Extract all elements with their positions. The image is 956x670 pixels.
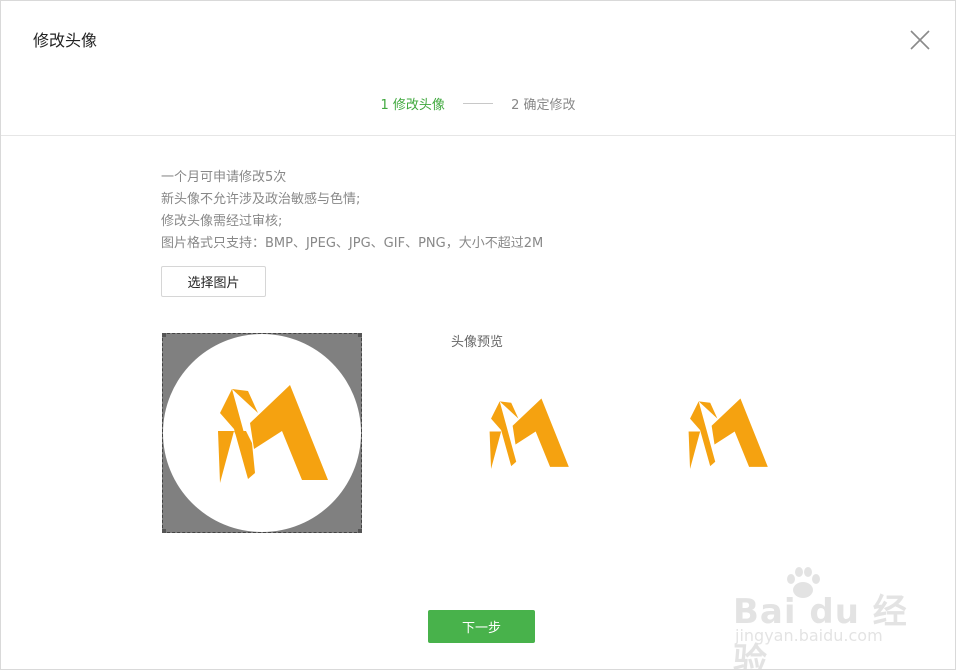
dialog-title: 修改头像 <box>33 31 98 50</box>
header-divider <box>1 135 955 136</box>
step-separator <box>463 103 493 104</box>
instruction-line: 新头像不允许涉及政治敏感与色情; <box>161 192 361 207</box>
close-icon <box>910 30 930 50</box>
step-2: 2 确定修改 <box>511 98 576 113</box>
crop-selection-frame[interactable] <box>162 333 362 533</box>
instruction-line: 图片格式只支持：BMP、JPEG、JPG、GIF、PNG，大小不超过2M <box>161 236 544 251</box>
preview-label: 头像预览 <box>451 335 504 350</box>
step-1: 1 修改头像 <box>380 98 445 113</box>
avatar-crop-area[interactable] <box>162 333 362 533</box>
close-button[interactable] <box>907 27 933 53</box>
watermark-url: jingyan.baidu.com <box>735 626 883 645</box>
crop-handle-bottom-left[interactable] <box>162 529 166 533</box>
change-avatar-dialog: 修改头像 1 修改头像 2 确定修改 一个月可申请修改5次 新头像不允许涉及政治… <box>0 0 956 670</box>
instruction-line: 修改头像需经过审核; <box>161 214 283 229</box>
upload-instructions: 一个月可申请修改5次 新头像不允许涉及政治敏感与色情; 修改头像需经过审核; 图… <box>161 167 543 255</box>
next-step-button[interactable]: 下一步 <box>428 610 535 643</box>
preview-small <box>688 398 768 469</box>
baidu-watermark: Bai du 经验 jingyan.baidu.com <box>733 566 933 669</box>
crop-handle-top-right[interactable] <box>358 333 362 337</box>
choose-image-button[interactable]: 选择图片 <box>161 266 266 297</box>
preview-large <box>489 398 569 469</box>
instruction-line: 一个月可申请修改5次 <box>161 170 287 185</box>
crop-handle-bottom-right[interactable] <box>358 529 362 533</box>
step-indicator: 1 修改头像 2 确定修改 <box>1 94 955 113</box>
crop-handle-top-left[interactable] <box>162 333 166 337</box>
